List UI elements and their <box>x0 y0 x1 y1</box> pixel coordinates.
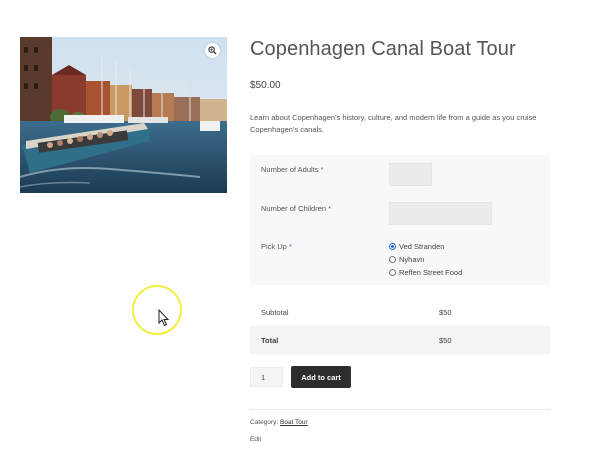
adults-input[interactable] <box>389 163 432 186</box>
divider <box>250 409 550 410</box>
adults-label-text: Number of Adults <box>261 165 319 174</box>
pickup-option-label: Nyhavn <box>399 255 425 264</box>
cursor-highlight <box>132 285 182 335</box>
zoom-button[interactable] <box>205 43 220 58</box>
pickup-option-label: Reffen Street Food <box>399 268 463 277</box>
total-label: Total <box>261 336 279 345</box>
add-to-cart-button[interactable]: Add to cart <box>291 366 351 388</box>
category-label: Category: <box>250 419 279 426</box>
children-label: Number of Children * <box>261 204 331 213</box>
required-mark: * <box>328 204 332 213</box>
children-input[interactable] <box>389 202 492 225</box>
edit-link[interactable]: Edit <box>250 436 261 443</box>
radio-unchecked-icon[interactable] <box>389 256 396 263</box>
radio-checked-icon[interactable] <box>389 243 396 250</box>
subtotal-label: Subtotal <box>261 308 289 317</box>
adults-label: Number of Adults * <box>261 165 324 174</box>
product-category: Category: Boat Tour <box>250 419 308 426</box>
product-description: Learn about Copenhagen's history, cultur… <box>250 113 537 134</box>
total-row: Total $50 <box>250 326 550 354</box>
pickup-option-nyhavn[interactable]: Nyhavn <box>389 255 424 264</box>
total-value: $50 <box>439 336 452 345</box>
pickup-option-label: Ved Stranden <box>399 242 445 251</box>
quantity-input[interactable]: 1 <box>250 367 283 387</box>
product-price: $50.00 <box>250 80 281 91</box>
canal-photo <box>20 37 227 193</box>
product-image[interactable] <box>20 37 227 193</box>
children-label-text: Number of Children <box>261 204 327 213</box>
product-title: Copenhagen Canal Boat Tour <box>250 38 516 60</box>
mouse-pointer-icon <box>158 309 170 327</box>
required-mark: * <box>288 242 292 251</box>
subtotal-value: $50 <box>439 308 452 317</box>
subtotal-row: Subtotal $50 <box>250 298 550 326</box>
pickup-option-reffen-street-food[interactable]: Reffen Street Food <box>389 268 462 277</box>
pickup-option-ved-stranden[interactable]: Ved Stranden <box>389 242 444 251</box>
pickup-label: Pick Up * <box>261 242 292 251</box>
required-mark: * <box>320 165 324 174</box>
magnifier-zoom-icon <box>208 46 217 55</box>
category-link[interactable]: Boat Tour <box>280 419 308 426</box>
radio-unchecked-icon[interactable] <box>389 269 396 276</box>
pickup-label-text: Pick Up <box>261 242 287 251</box>
